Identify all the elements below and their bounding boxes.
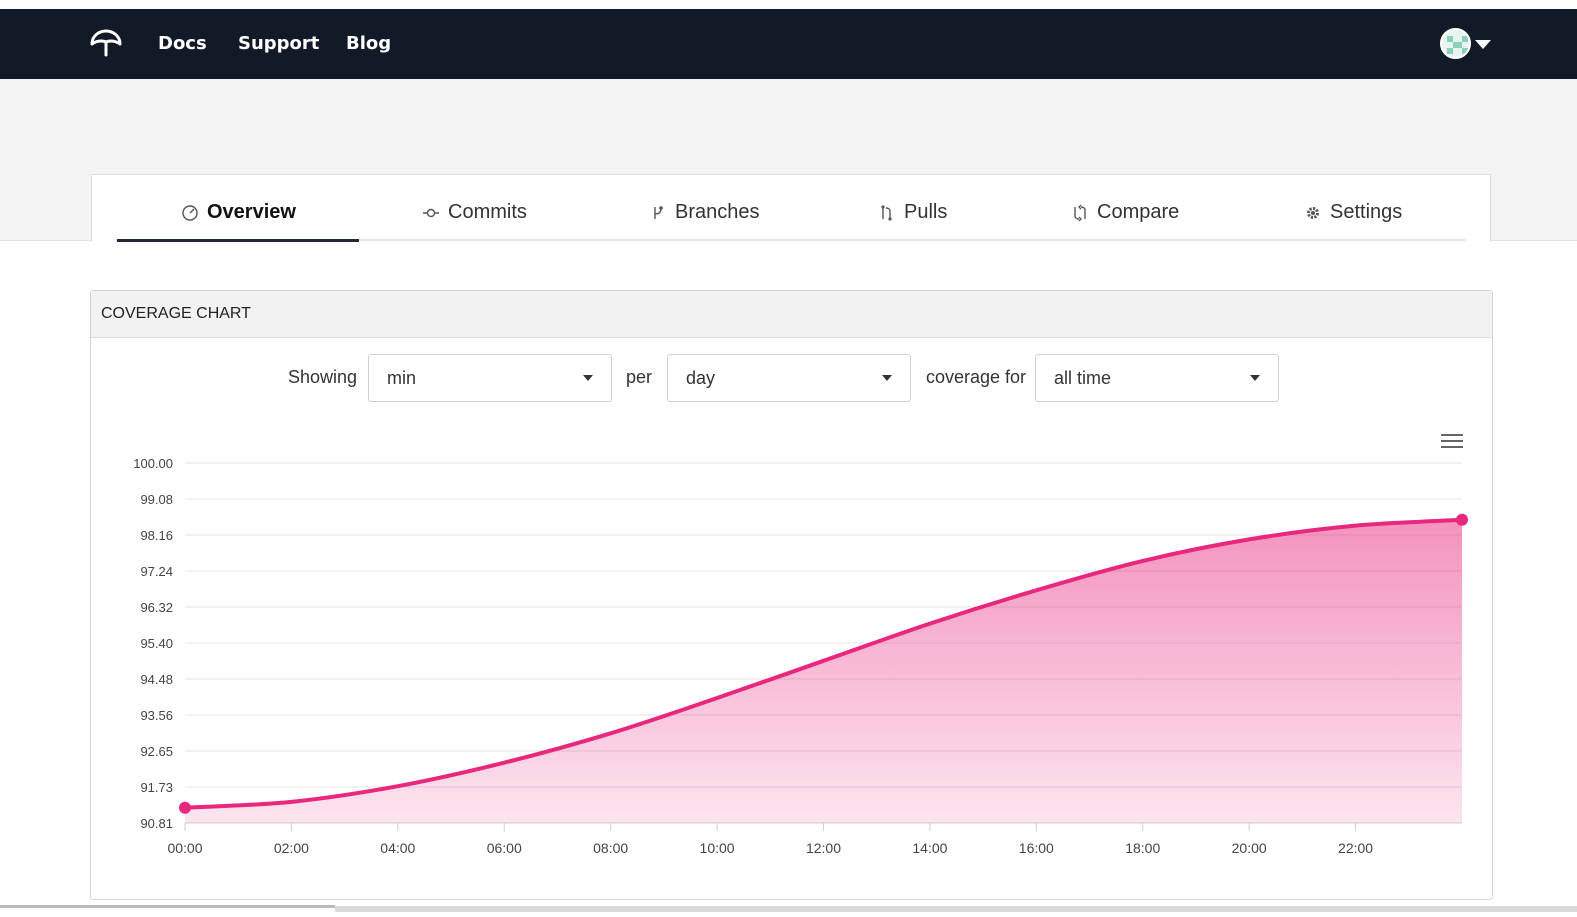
x-tick-label: 04:00 [380,840,415,856]
y-tick-label: 98.16 [140,528,173,543]
data-point[interactable] [1456,513,1468,526]
y-tick-label: 100.00 [133,456,173,471]
pull-request-icon [881,204,892,221]
nav-support-link[interactable]: Support [238,33,319,54]
coverage-area-chart: 100.00 99.08 98.16 97.24 96.32 95.40 94.48 93.5… [133,456,1468,856]
active-tab-indicator [117,239,359,242]
y-tick-label: 95.40 [140,636,173,651]
branch-icon [654,205,663,219]
compare-icon [1074,204,1086,221]
tab-pulls-label: Pulls [904,201,948,223]
repo-tabs: Overview Commits Branches Pulls Compare … [91,174,1491,242]
x-tick-label: 14:00 [912,840,947,856]
coverage-chart-panel: COVERAGE CHART Showing min per day cover… [90,290,1493,900]
y-tick-label: 91.73 [140,780,173,795]
x-tick-label: 00:00 [167,840,202,856]
tab-commits-label: Commits [448,201,527,223]
tab-settings-label: Settings [1330,201,1403,223]
top-navbar: Docs Support Blog [0,9,1577,79]
y-tick-label: 96.32 [140,600,173,615]
tab-commits[interactable]: Commits [422,201,527,224]
scrollbar-left-segment [0,905,335,908]
nav-docs-link[interactable]: Docs [158,33,207,54]
horizontal-scrollbar[interactable] [0,905,1577,917]
tab-settings[interactable]: Settings [1304,201,1402,224]
codecov-umbrella-logo-icon[interactable] [88,28,124,60]
coverage-area-fill [185,519,1462,823]
tab-branches[interactable]: Branches [649,201,760,224]
y-tick-label: 90.81 [140,816,173,831]
x-tick-label: 16:00 [1019,840,1054,856]
x-tick-label: 06:00 [487,840,522,856]
y-tick-label: 92.65 [140,744,173,759]
tab-compare-label: Compare [1097,201,1180,223]
commit-icon [423,208,439,217]
x-tick-label: 12:00 [806,840,841,856]
x-tick-label: 02:00 [274,840,309,856]
scrollbar-track[interactable] [335,906,1577,912]
user-menu-chevron-down-icon[interactable] [1475,40,1491,49]
identicon-icon [1447,36,1468,54]
gauge-icon [182,204,198,221]
data-point[interactable] [179,801,191,814]
y-tick-label: 97.24 [140,564,173,579]
y-tick-label: 94.48 [140,672,173,687]
tab-overview[interactable]: Overview [181,201,296,224]
nav-blog-link[interactable]: Blog [346,33,391,54]
tab-pulls[interactable]: Pulls [878,201,947,224]
user-avatar[interactable] [1440,28,1471,59]
y-tick-label: 93.56 [140,708,173,723]
x-tick-label: 18:00 [1125,840,1160,856]
x-tick-label: 20:00 [1232,840,1267,856]
x-tick-label: 10:00 [700,840,735,856]
top-strip [0,0,1577,9]
gear-icon [1307,206,1319,219]
x-tick-label: 08:00 [593,840,628,856]
tab-branches-label: Branches [675,201,760,223]
tab-compare[interactable]: Compare [1071,201,1179,224]
y-tick-label: 99.08 [140,492,173,507]
x-tick-label: 22:00 [1338,840,1373,856]
tab-overview-label: Overview [207,201,296,223]
